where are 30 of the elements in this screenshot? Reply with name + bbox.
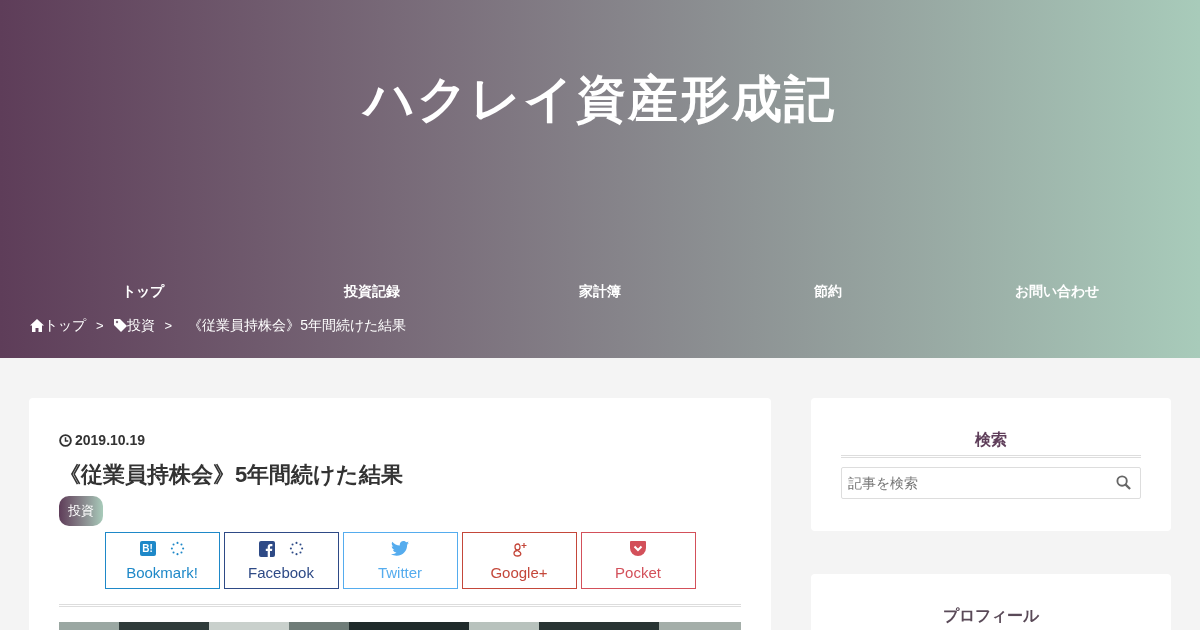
share-button[interactable]: Pocket	[580, 532, 696, 589]
bookmark-icon: B!	[139, 541, 156, 556]
post-date: 2019.10.19	[75, 431, 146, 450]
search-icon[interactable]	[1116, 475, 1131, 490]
nav-link[interactable]: 節約	[714, 280, 943, 302]
share-button[interactable]: B! Bookmark!	[104, 532, 220, 589]
nav-link[interactable]: 家計簿	[485, 280, 715, 302]
category-label[interactable]: 投資	[59, 496, 103, 526]
widget-title: プロフィール	[942, 606, 1040, 626]
facebook-icon	[258, 540, 275, 557]
nav-link[interactable]: トップ	[29, 280, 258, 302]
nav-link[interactable]: 投資記録	[257, 280, 486, 302]
pocket-icon	[630, 541, 646, 556]
site-logo[interactable]: ハクレイ資産形成記	[364, 74, 836, 124]
google-plus-icon	[510, 540, 528, 557]
breadcrumb-current: 《従業員持株会》5年間続けた結果	[188, 316, 406, 335]
search-field[interactable]: 記事を検索	[841, 467, 1141, 499]
share-button[interactable]: Facebook	[223, 532, 339, 589]
tag-icon	[113, 319, 127, 332]
share-button[interactable]: Google+	[461, 532, 577, 589]
breadcrumb-link[interactable]: 投資	[126, 315, 155, 336]
clock-icon	[59, 434, 72, 447]
breadcrumb-separator: >	[164, 316, 173, 335]
breadcrumb-link[interactable]: トップ	[44, 315, 86, 336]
breadcrumb-separator: >	[96, 316, 104, 335]
share-button[interactable]: Twitter	[342, 532, 458, 589]
home-icon	[30, 319, 44, 332]
bird-icon	[391, 541, 409, 556]
widget-title: 検索	[841, 428, 1141, 458]
article-title: 《従業員持株会》5年間続けた結果	[59, 461, 405, 489]
